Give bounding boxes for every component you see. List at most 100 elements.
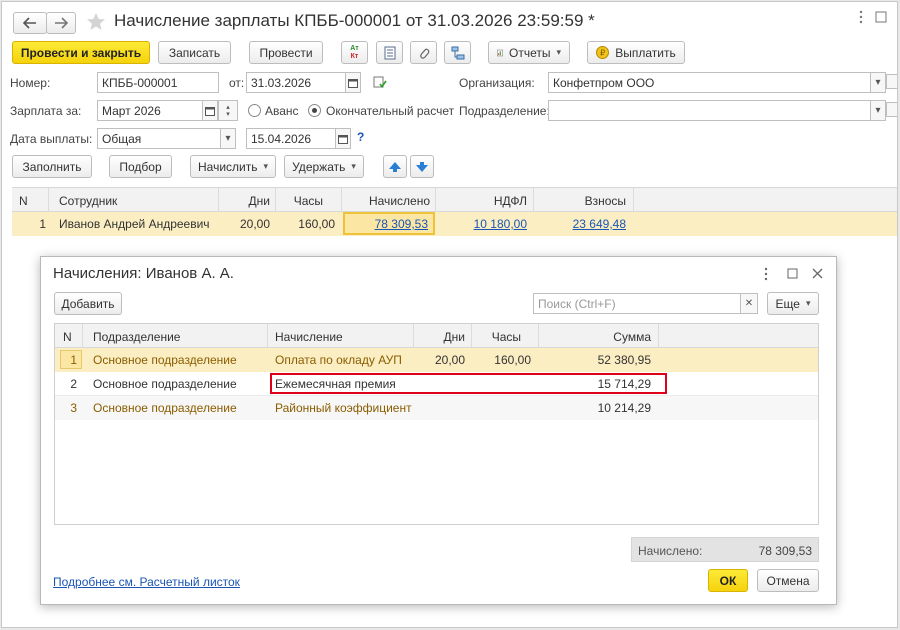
search-input[interactable]: Поиск (Ctrl+F) bbox=[533, 293, 741, 314]
row-dept: Основное подразделение bbox=[93, 377, 237, 391]
row-contrib[interactable]: 23 649,48 bbox=[533, 217, 626, 231]
withhold-label: Удержать bbox=[292, 159, 346, 174]
hierarchy-icon bbox=[451, 46, 464, 59]
post-and-close-button[interactable]: Провести и закрыть bbox=[12, 41, 150, 64]
document-list-icon bbox=[384, 46, 395, 59]
dt-kt-top: Ат bbox=[350, 44, 359, 52]
row-accrued[interactable]: 78 309,53 bbox=[375, 217, 428, 231]
select-button[interactable]: Подбор bbox=[109, 155, 172, 178]
col-contrib: Взносы bbox=[584, 194, 626, 208]
col-sum: Сумма bbox=[613, 330, 651, 344]
hierarchy-button[interactable] bbox=[444, 41, 471, 64]
final-label: Окончательный расчет bbox=[326, 104, 455, 118]
dept-dropdown-button[interactable]: ▾ bbox=[870, 100, 886, 121]
row-ndfl[interactable]: 10 180,00 bbox=[435, 217, 527, 231]
col-accrual: Начисление bbox=[275, 330, 343, 344]
paydate-type-field[interactable]: Общая bbox=[97, 128, 221, 149]
row-hours: 160,00 bbox=[494, 353, 531, 367]
dept-open-icon[interactable] bbox=[886, 102, 897, 117]
row-dept: Основное подразделение bbox=[93, 353, 237, 367]
more-label: Еще bbox=[775, 296, 800, 311]
org-label: Организация: bbox=[459, 76, 535, 90]
date-calendar-button[interactable] bbox=[345, 72, 361, 93]
row-n: 3 bbox=[70, 401, 77, 415]
row-days: 20,00 bbox=[434, 353, 465, 367]
pay-button[interactable]: ₽ Выплатить bbox=[587, 41, 685, 64]
arrow-right-icon bbox=[55, 17, 68, 29]
svg-text:₽: ₽ bbox=[600, 49, 605, 58]
attach-button[interactable] bbox=[410, 41, 437, 64]
table-row[interactable]: 1 Иванов Андрей Андреевич 20,00 160,00 7… bbox=[12, 212, 897, 236]
dt-kt-button[interactable]: Ат Кт bbox=[341, 41, 368, 64]
back-button[interactable] bbox=[13, 12, 47, 34]
close-icon[interactable] bbox=[812, 268, 823, 279]
row-sum: 10 214,29 bbox=[597, 401, 651, 415]
col-employee: Сотрудник bbox=[59, 194, 118, 208]
date-field[interactable]: 31.03.2026 bbox=[246, 72, 346, 93]
more-button[interactable]: Еще ▾ bbox=[767, 292, 819, 315]
org-open-icon[interactable] bbox=[886, 74, 897, 89]
col-dept: Подразделение bbox=[93, 330, 181, 344]
row-n: 1 bbox=[70, 353, 77, 367]
salary-for-stepper[interactable]: ▴ ▾ bbox=[218, 100, 238, 121]
number-field[interactable]: КПББ-000001 bbox=[97, 72, 219, 93]
accrue-label: Начислить bbox=[198, 159, 258, 174]
document-status-icon[interactable] bbox=[373, 76, 387, 89]
add-button[interactable]: Добавить bbox=[54, 292, 122, 315]
col-hours: Часы bbox=[293, 194, 323, 208]
ok-button[interactable]: ОК bbox=[708, 569, 748, 592]
total-value: 78 309,53 bbox=[758, 544, 812, 558]
main-table-header: N Сотрудник Дни Часы Начислено НДФЛ Взно… bbox=[12, 187, 897, 212]
row-accrued-cell[interactable]: 78 309,53 bbox=[343, 212, 435, 235]
calendar-icon bbox=[205, 106, 215, 116]
salary-for-field[interactable]: Март 2026 bbox=[97, 100, 203, 121]
structure-button[interactable] bbox=[376, 41, 403, 64]
forward-button[interactable] bbox=[46, 12, 76, 34]
move-down-button[interactable] bbox=[410, 155, 434, 178]
help-icon[interactable]: ? bbox=[357, 130, 364, 144]
accrue-button[interactable]: Начислить ▾ bbox=[190, 155, 276, 178]
pay-label: Выплатить bbox=[615, 45, 676, 60]
advance-radio[interactable] bbox=[248, 104, 261, 117]
post-button[interactable]: Провести bbox=[249, 41, 323, 64]
table-row[interactable]: 1 Основное подразделение Оплата по оклад… bbox=[55, 348, 818, 372]
maximize-icon[interactable] bbox=[787, 268, 798, 279]
final-radio[interactable] bbox=[308, 104, 321, 117]
save-button[interactable]: Записать bbox=[158, 41, 231, 64]
salary-for-calendar-button[interactable] bbox=[202, 100, 218, 121]
dialog-title: Начисления: Иванов А. А. bbox=[53, 265, 234, 282]
row-dept: Основное подразделение bbox=[93, 401, 237, 415]
payslip-link[interactable]: Подробнее см. Расчетный листок bbox=[53, 575, 240, 589]
more-icon[interactable] bbox=[854, 10, 868, 24]
chevron-down-icon: ▾ bbox=[351, 161, 356, 171]
paydate-type-dropdown[interactable]: ▾ bbox=[220, 128, 236, 149]
table-row[interactable]: 2 Основное подразделение Ежемесячная пре… bbox=[55, 372, 818, 396]
calendar-icon bbox=[348, 78, 358, 88]
accruals-table: N Подразделение Начисление Дни Часы Сумм… bbox=[54, 323, 819, 525]
radio-dot bbox=[312, 108, 317, 113]
search-clear-button[interactable]: ✕ bbox=[740, 293, 758, 314]
reports-button[interactable]: Отчеты ▾ bbox=[488, 41, 570, 64]
org-field[interactable]: Конфетпром ООО bbox=[548, 72, 871, 93]
paydate-field[interactable]: 15.04.2026 bbox=[246, 128, 336, 149]
number-label: Номер: bbox=[10, 76, 51, 90]
date-label: от: bbox=[229, 76, 245, 90]
move-up-button[interactable] bbox=[383, 155, 407, 178]
dept-field[interactable] bbox=[548, 100, 871, 121]
star-icon[interactable] bbox=[86, 12, 106, 32]
col-ndfl: НДФЛ bbox=[493, 194, 527, 208]
reports-label: Отчеты bbox=[508, 45, 551, 60]
paydate-calendar-button[interactable] bbox=[335, 128, 351, 149]
maximize-icon[interactable] bbox=[874, 10, 888, 24]
org-dropdown-button[interactable]: ▾ bbox=[870, 72, 886, 93]
row-n: 2 bbox=[70, 377, 77, 391]
cancel-button[interactable]: Отмена bbox=[757, 569, 819, 592]
table-row[interactable]: 3 Основное подразделение Районный коэффи… bbox=[55, 396, 818, 420]
fill-button[interactable]: Заполнить bbox=[12, 155, 92, 178]
withhold-button[interactable]: Удержать ▾ bbox=[284, 155, 364, 178]
paperclip-icon bbox=[419, 48, 429, 59]
advance-label: Аванс bbox=[265, 104, 299, 118]
total-panel: Начислено: 78 309,53 bbox=[631, 537, 819, 562]
more-icon[interactable] bbox=[761, 267, 771, 281]
arrow-up-icon bbox=[389, 161, 401, 172]
